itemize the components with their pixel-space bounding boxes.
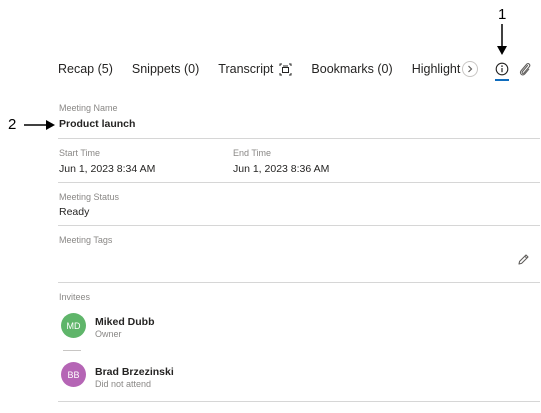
start-time-label: Start Time (59, 148, 101, 158)
callout-arrow-2-icon (24, 120, 55, 130)
paperclip-icon[interactable] (518, 61, 532, 77)
chevron-right-icon[interactable] (462, 61, 479, 77)
tab-bookmarks[interactable]: Bookmarks (0) (311, 62, 392, 76)
tab-bookmarks-label: Bookmarks (0) (311, 62, 393, 76)
callout-number-2: 2 (8, 116, 17, 133)
selected-tab-indicator (495, 79, 509, 81)
meeting-name-value: Product launch (59, 118, 136, 130)
tab-transcript-label: Transcript (218, 62, 274, 76)
meeting-name-label: Meeting Name (59, 103, 118, 113)
pencil-icon[interactable] (517, 253, 530, 266)
tab-bar: Recap (5) Snippets (0) Transcript Bookma… (58, 58, 479, 80)
avatar: MD (61, 313, 86, 338)
info-icon[interactable] (495, 62, 509, 76)
invitees-label: Invitees (59, 292, 91, 302)
tab-recap[interactable]: Recap (5) (58, 62, 113, 76)
divider (58, 182, 540, 183)
meeting-status-value: Ready (59, 206, 90, 218)
tab-recap-label: Recap (5) (58, 62, 113, 76)
divider (58, 225, 540, 226)
divider (58, 401, 540, 402)
tab-highlight-label: Highlight (411, 62, 461, 76)
divider (58, 138, 540, 139)
invitee-name: Brad Brzezinski (95, 366, 174, 378)
callout-number-1: 1 (498, 6, 507, 23)
tab-highlight[interactable]: Highlight (412, 61, 479, 77)
meeting-tags-label: Meeting Tags (59, 235, 113, 245)
invitee-separator (63, 350, 81, 351)
end-time-label: End Time (233, 148, 272, 158)
tab-transcript[interactable]: Transcript (218, 62, 292, 76)
start-time-value: Jun 1, 2023 8:34 AM (59, 163, 156, 175)
invitee-role: Did not attend (95, 379, 152, 389)
tab-snippets-label: Snippets (0) (131, 62, 200, 76)
end-time-value: Jun 1, 2023 8:36 AM (233, 163, 330, 175)
meeting-status-label: Meeting Status (59, 192, 120, 202)
tab-snippets[interactable]: Snippets (0) (132, 62, 199, 76)
callout-arrow-1-icon (497, 24, 507, 55)
avatar: BB (61, 362, 86, 387)
divider (58, 282, 540, 283)
invitee-role: Owner (95, 329, 122, 339)
transcript-icon (279, 63, 292, 76)
invitee-name: Miked Dubb (95, 316, 155, 328)
